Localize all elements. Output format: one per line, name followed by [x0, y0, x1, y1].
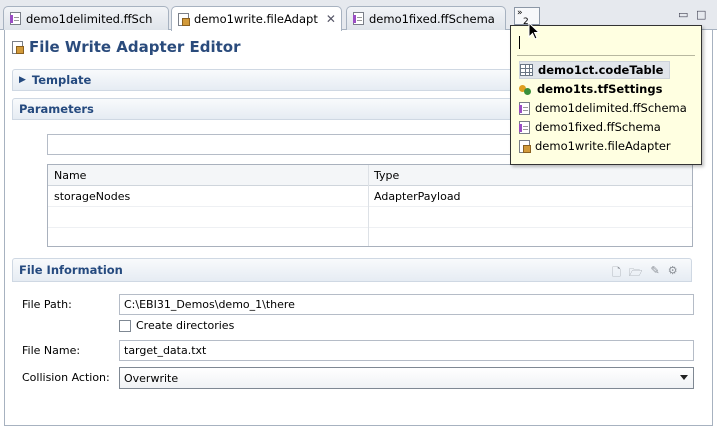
param-name-cell: storageNodes [54, 190, 131, 203]
collision-action-value: Overwrite [124, 371, 179, 385]
adapter-file-icon [12, 40, 24, 54]
page-title: File Write Adapter Editor [29, 38, 241, 56]
schema-file-icon [10, 12, 21, 25]
file-info-section-header: File Information [12, 258, 692, 282]
expand-triangle-icon: ▶ [19, 75, 26, 85]
settings-icon [519, 83, 532, 96]
tab-label: demo1write.fileAdapt [194, 12, 318, 26]
popup-item-label: demo1ct.codeTable [538, 63, 664, 77]
adapter-file-icon [519, 139, 531, 153]
param-type-cell: AdapterPayload [374, 190, 461, 203]
schema-file-icon [519, 120, 530, 134]
file-path-field[interactable]: C:\EBI31_Demos\demo_1\there [119, 294, 694, 315]
close-icon[interactable]: ✕ [326, 12, 336, 26]
file-name-value: target_data.txt [124, 344, 207, 357]
file-name-field[interactable]: target_data.txt [119, 340, 694, 361]
schema-file-icon [519, 101, 530, 115]
popup-filter-input[interactable] [517, 33, 695, 53]
file-info-toolbar: 🗋 🗁 ✎ ⚙ [612, 264, 678, 283]
collision-action-label: Collision Action: [22, 371, 110, 384]
tab-label: demo1fixed.ffSchema [369, 11, 495, 26]
dropdown-arrow-icon [680, 375, 688, 380]
mouse-cursor-icon [528, 22, 540, 40]
column-divider [368, 165, 369, 246]
column-header-name[interactable]: Name [48, 165, 368, 186]
schema-file-icon [353, 12, 364, 25]
parameters-table: Name Type storageNodes AdapterPayload [47, 164, 693, 247]
section-title: Template [31, 73, 92, 87]
table-row[interactable]: storageNodes AdapterPayload [48, 186, 692, 207]
popup-item-fixed[interactable]: demo1fixed.ffSchema [519, 118, 661, 136]
popup-item-label: demo1fixed.ffSchema [535, 120, 661, 134]
popup-item-label: demo1delimited.ffSchema [535, 101, 687, 115]
file-path-value: C:\EBI31_Demos\demo_1\there [124, 298, 295, 311]
table-row-empty[interactable] [48, 207, 692, 228]
file-path-label: File Path: [22, 298, 72, 311]
open-editors-popup: demo1ct.codeTable demo1ts.tfSettings dem… [510, 25, 702, 165]
popup-item-label: demo1ts.tfSettings [537, 82, 663, 96]
minimize-icon[interactable]: ▭ [678, 8, 688, 21]
create-directories-option[interactable]: Create directories [119, 319, 234, 332]
section-title: File Information [19, 263, 123, 277]
code-table-icon [520, 64, 533, 76]
open-folder-icon[interactable]: 🗁 [629, 264, 643, 283]
popup-divider [517, 55, 695, 56]
collision-action-select[interactable]: Overwrite [119, 367, 694, 389]
popup-item-label: demo1write.fileAdapter [535, 139, 671, 153]
section-title: Parameters [19, 102, 94, 116]
adapter-file-icon [178, 12, 190, 26]
popup-item-write[interactable]: demo1write.fileAdapter [519, 137, 671, 155]
settings-icon[interactable]: ⚙ [668, 264, 678, 283]
maximize-icon[interactable]: □ [696, 8, 706, 21]
create-directories-checkbox[interactable] [119, 319, 131, 332]
popup-item-codetable[interactable]: demo1ct.codeTable [519, 61, 671, 79]
file-name-label: File Name: [22, 344, 81, 357]
tab-demo1delimited[interactable]: demo1delimited.ffSch [3, 6, 169, 30]
popup-item-tfsettings[interactable]: demo1ts.tfSettings [519, 80, 662, 98]
edit-icon[interactable]: ✎ [651, 264, 660, 283]
tab-label: demo1delimited.ffSch [26, 11, 153, 26]
column-header-type[interactable]: Type [368, 165, 692, 186]
editor-header: File Write Adapter Editor [12, 38, 240, 56]
tab-demo1fixed[interactable]: demo1fixed.ffSchema [346, 6, 506, 30]
popup-item-delimited[interactable]: demo1delimited.ffSchema [519, 99, 687, 117]
tab-demo1write[interactable]: demo1write.fileAdapt ✕ [171, 6, 342, 31]
table-row-empty[interactable] [48, 228, 692, 249]
text-caret [519, 36, 520, 49]
table-header-row: Name Type [48, 165, 692, 186]
create-directories-label: Create directories [136, 319, 235, 332]
new-file-icon[interactable]: 🗋 [612, 264, 621, 283]
